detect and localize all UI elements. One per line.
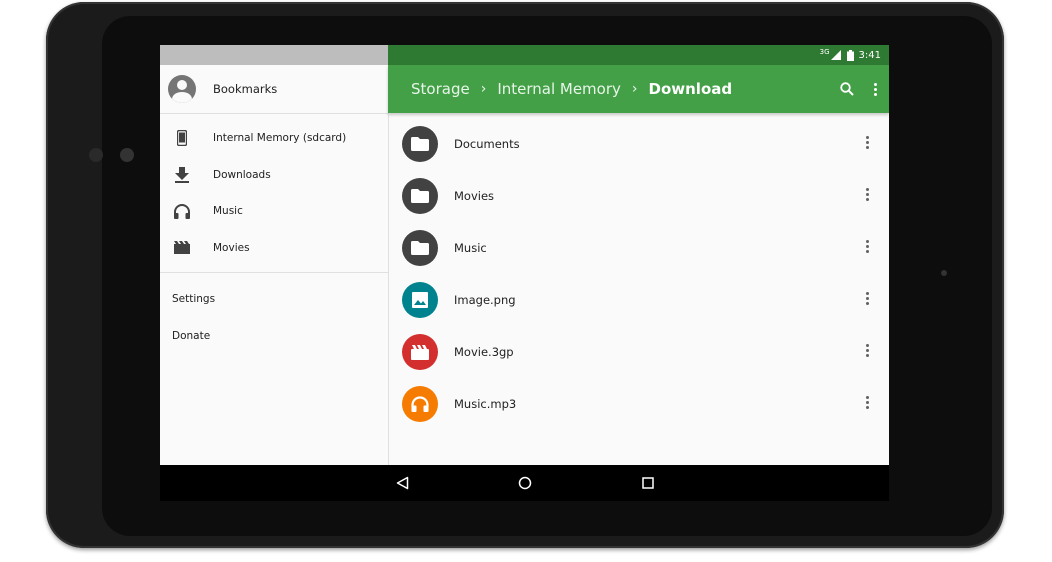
file-name: Music — [454, 241, 487, 255]
drawer-header[interactable]: Bookmarks — [160, 65, 388, 114]
home-icon[interactable] — [510, 465, 540, 501]
drawer-item-settings[interactable]: Settings — [160, 281, 388, 318]
audio-icon — [402, 386, 438, 422]
more-options-icon[interactable] — [866, 136, 869, 151]
battery-icon — [846, 49, 854, 61]
movie-icon — [172, 241, 192, 255]
breadcrumb-download[interactable]: Download — [649, 80, 733, 98]
file-name: Movie.3gp — [454, 345, 514, 359]
drawer-status-strip — [160, 45, 388, 65]
file-name: Movies — [454, 189, 495, 203]
more-options-icon[interactable] — [866, 240, 869, 255]
signal-icon — [830, 50, 841, 60]
list-item[interactable]: Documents — [388, 118, 889, 170]
image-icon — [402, 282, 438, 318]
drawer-item-downloads[interactable]: Downloads — [160, 157, 388, 194]
list-item[interactable]: Movie.3gp — [388, 326, 889, 378]
drawer-item-internal-memory[interactable]: Internal Memory (sdcard) — [160, 120, 388, 157]
status-bar: 3G 3:41 — [388, 45, 889, 65]
network-icon: 3G — [819, 48, 830, 56]
more-options-icon[interactable] — [866, 292, 869, 307]
clock: 3:41 — [858, 49, 881, 61]
bookmarks-label: Bookmarks — [213, 82, 278, 96]
file-name: Documents — [454, 137, 520, 151]
toolbar: Storage › Internal Memory › Download — [388, 65, 889, 113]
navigation-drawer: Bookmarks Internal Memory (sdcard) Downl… — [160, 45, 389, 465]
overflow-menu-icon[interactable] — [874, 82, 877, 97]
device-screen: Bookmarks Internal Memory (sdcard) Downl… — [160, 45, 889, 501]
drawer-divider — [160, 272, 388, 281]
system-navigation-bar — [160, 465, 889, 501]
breadcrumb-internal-memory[interactable]: Internal Memory — [497, 80, 621, 98]
notification-led — [941, 270, 947, 276]
back-icon[interactable] — [387, 465, 417, 501]
account-avatar-icon — [168, 75, 196, 103]
folder-icon — [402, 178, 438, 214]
more-options-icon[interactable] — [866, 396, 869, 411]
drawer-item-label: Downloads — [213, 168, 271, 181]
recents-icon[interactable] — [633, 465, 663, 501]
drawer-item-donate[interactable]: Donate — [160, 318, 388, 355]
search-icon[interactable] — [840, 82, 854, 96]
file-name: Image.png — [454, 293, 516, 307]
drawer-item-label: Music — [213, 205, 243, 218]
folder-icon — [402, 126, 438, 162]
file-list: Documents Movies Music Image.png Movie.3… — [388, 113, 889, 430]
sensor-icon — [120, 148, 134, 162]
list-item[interactable]: Music — [388, 222, 889, 274]
headphones-icon — [172, 203, 192, 219]
drawer-item-label: Movies — [213, 241, 250, 254]
list-item[interactable]: Image.png — [388, 274, 889, 326]
breadcrumb-storage[interactable]: Storage — [411, 80, 470, 98]
folder-icon — [402, 230, 438, 266]
file-name: Music.mp3 — [454, 397, 517, 411]
front-camera-icon — [89, 148, 103, 162]
video-icon — [402, 334, 438, 370]
list-item[interactable]: Music.mp3 — [388, 378, 889, 430]
more-options-icon[interactable] — [866, 344, 869, 359]
phone-icon — [172, 130, 192, 147]
more-options-icon[interactable] — [866, 188, 869, 203]
chevron-right-icon: › — [480, 81, 487, 97]
drawer-item-movies[interactable]: Movies — [160, 230, 388, 267]
main-content: 3G 3:41 Storage › Internal Memory › Down… — [388, 45, 889, 465]
list-item[interactable]: Movies — [388, 170, 889, 222]
chevron-right-icon: › — [631, 81, 638, 97]
drawer-item-music[interactable]: Music — [160, 193, 388, 230]
drawer-item-label: Internal Memory (sdcard) — [213, 132, 347, 145]
download-icon — [172, 166, 192, 183]
